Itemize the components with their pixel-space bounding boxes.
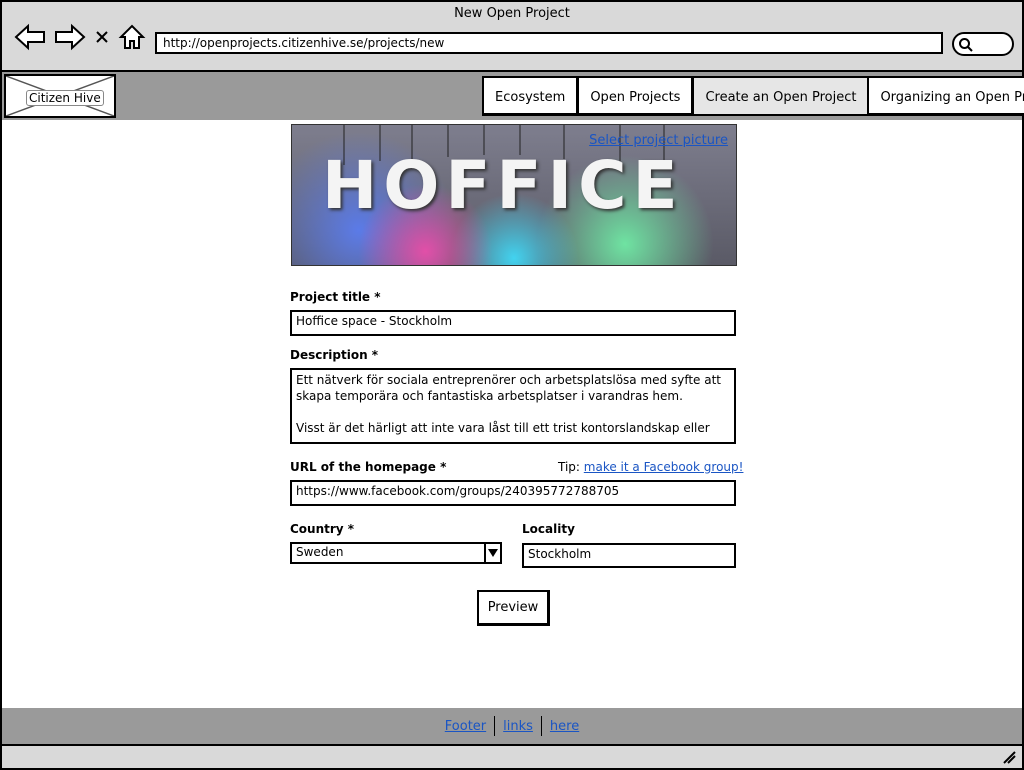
locality-input[interactable]: Stockholm <box>522 543 736 568</box>
tab-create-open-project[interactable]: Create an Open Project <box>692 76 870 116</box>
homepage-url-label: URL of the homepage * <box>290 460 447 474</box>
tab-organizing-open-project[interactable]: Organizing an Open Project <box>867 76 1024 116</box>
resize-grip-icon[interactable] <box>1002 750 1016 764</box>
country-selected-value: Sweden <box>296 545 344 559</box>
preview-button[interactable]: Preview <box>477 590 550 626</box>
back-arrow-icon[interactable] <box>14 22 46 52</box>
logo[interactable]: Citizen Hive <box>4 74 116 118</box>
main-nav: Ecosystem Open Projects Create an Open P… <box>482 76 1024 116</box>
tip-prefix: Tip: <box>558 460 580 474</box>
site-header: Citizen Hive Ecosystem Open Projects Cre… <box>2 72 1024 120</box>
search-icon <box>959 38 973 52</box>
browser-window: New Open Project http://openprojects.cit… <box>0 0 1024 770</box>
country-label: Country * <box>290 522 355 536</box>
forward-arrow-icon[interactable] <box>54 22 86 52</box>
home-icon[interactable] <box>118 22 146 52</box>
description-textarea[interactable]: Ett nätverk för sociala entreprenörer oc… <box>290 368 736 444</box>
browser-search-field[interactable] <box>952 32 1014 56</box>
footer-link-footer[interactable]: Footer <box>437 719 494 734</box>
facebook-group-tip-link[interactable]: make it a Facebook group! <box>584 460 744 474</box>
footer-link-links[interactable]: links <box>495 719 541 734</box>
footer: Footer links here <box>2 708 1022 744</box>
footer-link-here[interactable]: here <box>542 719 587 734</box>
address-bar[interactable]: http://openprojects.citizenhive.se/proje… <box>155 32 943 54</box>
window-title: New Open Project <box>454 6 570 21</box>
homepage-url-input[interactable]: https://www.facebook.com/groups/24039577… <box>290 480 736 506</box>
logo-text: Citizen Hive <box>26 90 104 106</box>
browser-status-bar <box>2 744 1022 768</box>
country-select[interactable]: Sweden <box>290 542 502 564</box>
select-project-picture-link[interactable]: Select project picture <box>589 133 728 148</box>
close-icon[interactable] <box>94 22 110 52</box>
homepage-tip: Tip: make it a Facebook group! <box>558 460 743 474</box>
project-title-input[interactable]: Hoffice space - Stockholm <box>290 310 736 336</box>
chevron-down-icon[interactable] <box>484 544 500 562</box>
project-title-label: Project title * <box>290 290 381 304</box>
project-picture: HOFFICE Select project picture <box>291 124 737 266</box>
tab-open-projects[interactable]: Open Projects <box>577 76 695 116</box>
hero-image-text: HOFFICE <box>322 147 684 224</box>
browser-chrome: New Open Project http://openprojects.cit… <box>2 2 1022 72</box>
tab-ecosystem[interactable]: Ecosystem <box>482 76 580 116</box>
locality-label: Locality <box>522 522 575 536</box>
description-label: Description * <box>290 348 379 362</box>
